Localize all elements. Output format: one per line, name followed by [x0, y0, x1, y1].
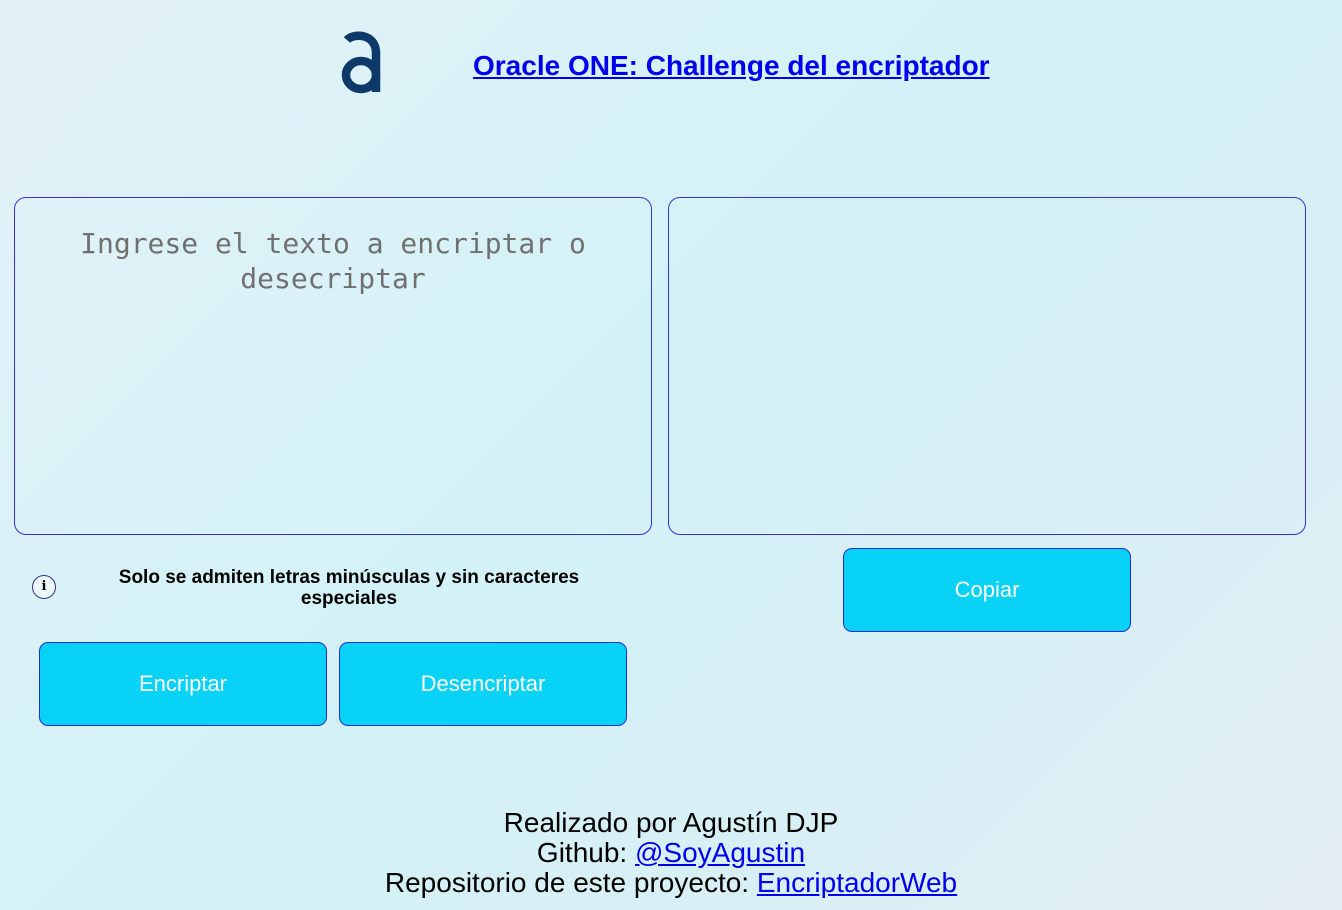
footer: Realizado por Agustín DJP Github: @SoyAg…	[0, 808, 1342, 898]
info-note: i Solo se admiten letras minúsculas y si…	[32, 567, 632, 611]
encrypt-button[interactable]: Encriptar	[39, 642, 327, 726]
repo-link[interactable]: EncriptadorWeb	[757, 867, 957, 898]
info-text: Solo se admiten letras minúsculas y sin …	[118, 567, 580, 609]
footer-repo-label: Repositorio de este proyecto:	[384, 867, 757, 898]
footer-github-label: Github:	[536, 837, 635, 868]
output-panel[interactable]	[668, 197, 1306, 535]
alura-logo-icon	[341, 31, 381, 94]
footer-repo: Repositorio de este proyecto: Encriptado…	[0, 868, 1342, 898]
footer-author: Realizado por Agustín DJP	[503, 807, 839, 838]
decrypt-button[interactable]: Desencriptar	[339, 642, 627, 726]
input-panel	[14, 197, 652, 535]
text-input[interactable]	[15, 198, 651, 534]
github-link[interactable]: @SoyAgustin	[635, 837, 805, 868]
copy-button[interactable]: Copiar	[843, 548, 1131, 632]
info-icon: i	[32, 575, 56, 599]
footer-github: Github: @SoyAgustin	[0, 838, 1342, 868]
page-title-link[interactable]: Oracle ONE: Challenge del encriptador	[473, 48, 990, 84]
